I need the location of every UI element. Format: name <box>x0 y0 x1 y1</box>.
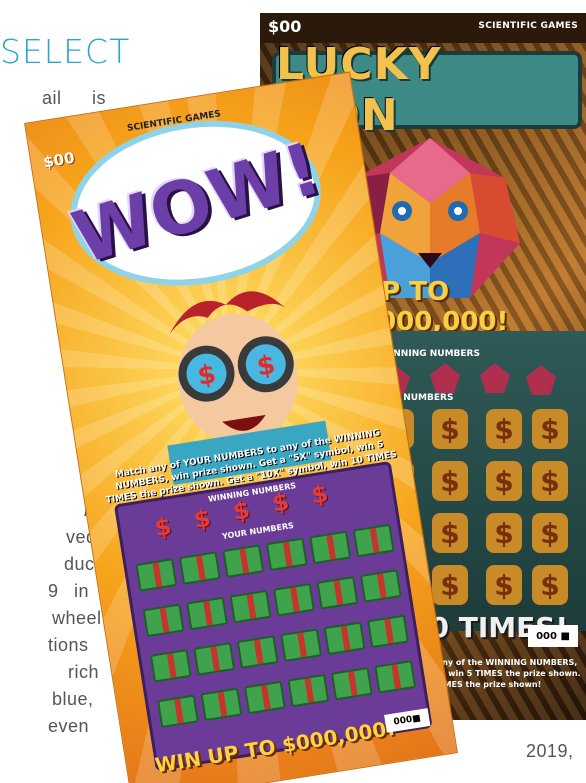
article-fragment: even <box>48 716 90 736</box>
dollar-symbol-icon[interactable]: $ <box>150 512 176 543</box>
cash-bundle-icon[interactable] <box>280 628 323 662</box>
article-fragment: is <box>92 88 106 108</box>
cash-bundle-icon[interactable] <box>142 603 185 638</box>
cash-bundle-icon[interactable] <box>243 680 286 715</box>
dollar-symbol-icon[interactable]: $ <box>268 487 294 518</box>
cash-bundle-icon[interactable] <box>374 660 417 694</box>
article-fragment: 9 <box>48 581 59 601</box>
cash-bundle-icon[interactable] <box>287 673 330 708</box>
cash-bundle-icon[interactable] <box>149 648 192 683</box>
cash-bundle-icon[interactable] <box>309 530 352 565</box>
dollar-symbol-icon[interactable]: $ <box>486 513 522 553</box>
brand-label: SCIENTIFIC GAMES <box>478 21 578 31</box>
dollar-symbol-icon[interactable]: $ <box>432 513 468 553</box>
dollar-symbol-icon[interactable]: $ <box>532 513 568 553</box>
article-fragment: 2019, <box>526 741 574 761</box>
dollar-symbol-icon[interactable]: $ <box>532 461 568 501</box>
cash-bundle-icon[interactable] <box>193 642 236 676</box>
cash-bundle-icon[interactable] <box>236 635 279 669</box>
dollar-symbol-icon[interactable]: $ <box>432 409 468 449</box>
dollar-symbol-icon[interactable]: $ <box>432 461 468 501</box>
dollar-symbol-icon[interactable]: $ <box>432 565 468 605</box>
dollar-symbol-icon[interactable]: $ <box>532 565 568 605</box>
dollar-symbol-icon[interactable]: $ <box>189 504 215 535</box>
dollar-symbol-icon[interactable]: $ <box>228 495 254 526</box>
cash-bundle-icon[interactable] <box>352 523 395 558</box>
article-fragment: rich <box>68 662 100 682</box>
cash-bundle-icon[interactable] <box>186 596 228 631</box>
ticket-price: $00 <box>268 17 302 36</box>
article-fragment: in <box>74 581 90 601</box>
top-prize-text: UP TO $000,000! <box>360 277 509 337</box>
article-fragment: tions <box>48 635 89 655</box>
cash-bundle-icon[interactable] <box>330 666 373 701</box>
article-fragment: blue, <box>52 689 94 709</box>
dollar-symbol-icon[interactable]: $ <box>532 409 568 449</box>
dollar-symbol-icon[interactable]: $ <box>486 565 522 605</box>
cash-bundle-icon[interactable] <box>200 687 243 722</box>
ticket-code: 000 ■ <box>528 625 578 647</box>
cash-bundle-icon[interactable] <box>222 544 265 578</box>
cash-bundle-icon[interactable] <box>157 694 199 729</box>
cash-bundle-icon[interactable] <box>359 569 402 603</box>
article-fragment: ail <box>42 88 62 108</box>
cash-bundle-icon[interactable] <box>178 551 221 585</box>
cash-bundle-icon[interactable] <box>323 621 366 656</box>
dollar-symbol-icon[interactable]: $ <box>486 461 522 501</box>
dollar-symbol-icon[interactable]: $ <box>307 479 333 510</box>
cash-bundle-icon[interactable] <box>316 576 359 610</box>
dollar-symbol-icon[interactable]: $ <box>486 409 522 449</box>
article-fragment: wheel <box>52 608 102 628</box>
article-heading: SELECT <box>0 32 131 71</box>
cash-bundle-icon[interactable] <box>135 558 178 592</box>
cash-bundle-icon[interactable] <box>265 537 308 572</box>
cash-bundle-icon[interactable] <box>367 614 410 649</box>
cash-bundle-icon[interactable] <box>272 582 315 617</box>
cash-bundle-icon[interactable] <box>229 589 272 624</box>
